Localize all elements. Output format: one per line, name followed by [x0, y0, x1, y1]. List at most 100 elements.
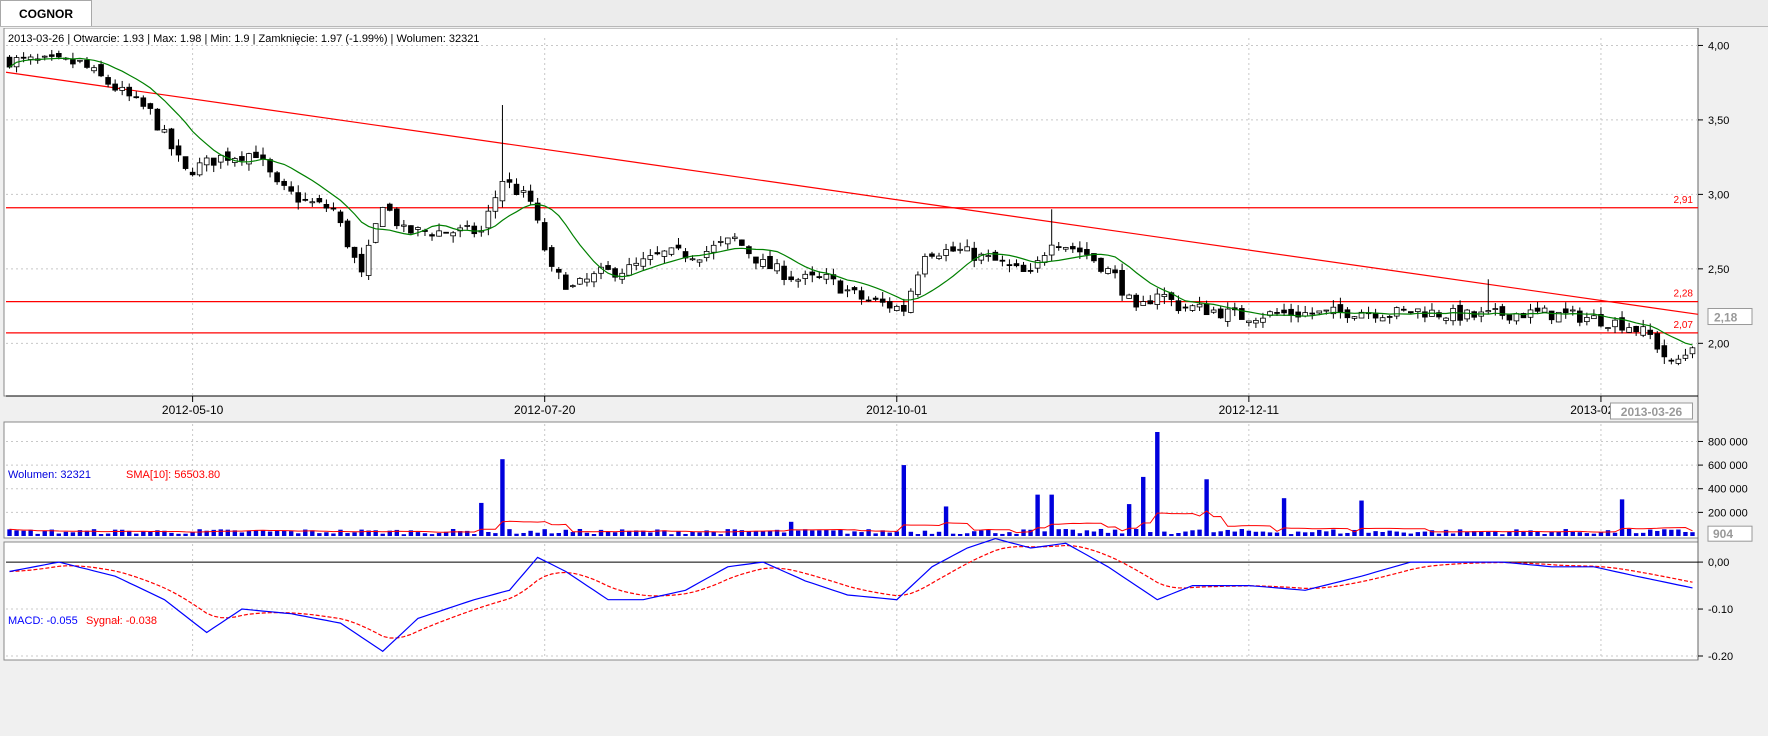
candle-body: [901, 304, 907, 312]
volume-bar: [725, 529, 730, 536]
volume-bar: [993, 533, 998, 536]
candle-body: [1337, 304, 1344, 313]
candle-body: [119, 86, 125, 91]
candle-body: [1323, 309, 1330, 312]
volume-bar: [690, 531, 695, 536]
volume-bar: [415, 532, 421, 536]
volume-bar: [1105, 532, 1111, 536]
candle-body: [288, 186, 294, 192]
candle-body: [274, 172, 280, 183]
candle-body: [1253, 320, 1259, 324]
date-tick-label: 2012-05-10: [162, 403, 224, 417]
volume-bar: [296, 533, 301, 536]
candle-body: [696, 259, 703, 263]
volume-bar: [1155, 432, 1160, 536]
candle-body: [1161, 293, 1168, 297]
candle-body: [41, 55, 48, 58]
volume-bar: [831, 530, 836, 536]
volume-bar: [1288, 534, 1294, 536]
volume-bar: [98, 534, 104, 536]
volume-bar: [570, 532, 576, 536]
candle-body: [739, 239, 745, 246]
candle-body: [640, 258, 647, 267]
volume-bar: [105, 533, 111, 536]
candle-body: [372, 223, 379, 243]
volume-bar: [1662, 529, 1667, 536]
candle-body: [964, 246, 970, 252]
volume-bar: [1464, 532, 1470, 536]
candle-body: [84, 59, 90, 68]
volume-bar: [718, 534, 723, 536]
tab-cognor[interactable]: COGNOR: [0, 0, 92, 26]
volume-bar: [1612, 532, 1618, 536]
candle-body: [957, 248, 963, 251]
candle-body: [182, 156, 189, 169]
price-tick-label: 3,50: [1708, 115, 1729, 127]
current-date-label: 2013-03-26: [1621, 405, 1683, 419]
volume-bar: [1302, 532, 1308, 536]
volume-bar: [1141, 476, 1146, 536]
macd-panel: [3, 541, 1699, 661]
price-info-text: 2013-03-26 | Otwarcie: 1.93 | Max: 1.98 …: [8, 33, 479, 45]
volume-bar: [1542, 533, 1547, 536]
candle-body: [1006, 264, 1013, 267]
volume-bar: [514, 533, 519, 536]
volume-bar: [134, 533, 139, 536]
candle-body: [140, 97, 147, 107]
volume-bar: [1380, 531, 1385, 536]
candle-body: [1485, 310, 1492, 313]
volume-bar: [584, 532, 590, 536]
volume-bar: [1549, 531, 1554, 536]
candle-body: [668, 247, 675, 255]
volume-bar: [781, 532, 787, 536]
volume-bar: [119, 529, 125, 536]
volume-bar: [556, 532, 561, 536]
volume-bar: [1633, 533, 1639, 536]
volume-bar: [936, 531, 942, 536]
candle-body: [1654, 333, 1661, 350]
volume-bar: [1570, 531, 1575, 536]
volume-bar: [648, 532, 653, 536]
candle-body: [555, 268, 562, 273]
volume-bar: [1500, 534, 1505, 536]
candle-body: [1203, 303, 1210, 316]
candle-body: [309, 201, 316, 204]
candle-body: [1224, 308, 1231, 322]
volume-bar: [1162, 531, 1167, 536]
volume-bar: [528, 530, 533, 536]
candle-body: [1640, 326, 1646, 336]
volume-bar: [1042, 531, 1047, 536]
volume-bar: [795, 530, 801, 536]
volume-bar: [1225, 529, 1230, 536]
candle-body: [189, 171, 196, 176]
candle-body: [527, 190, 534, 202]
candle-body: [1372, 312, 1379, 319]
price-panel: [3, 28, 1699, 397]
candle-body: [823, 273, 830, 280]
candle-body: [534, 202, 541, 221]
volume-bar: [331, 533, 336, 536]
candle-body: [316, 198, 323, 203]
candle-body: [1682, 354, 1689, 359]
volume-bar: [1401, 532, 1406, 536]
candle-body: [661, 250, 668, 257]
candle-body: [1126, 294, 1132, 299]
price-tick-label: 2,00: [1708, 338, 1729, 350]
volume-bar: [1253, 531, 1259, 536]
volume-bar: [697, 532, 702, 536]
date-tick-label: 2012-07-20: [514, 403, 576, 417]
volume-bar: [979, 530, 984, 536]
candle-body: [239, 156, 245, 161]
candle-body: [1400, 308, 1407, 311]
candle-body: [767, 255, 773, 270]
candle-body: [591, 273, 597, 283]
candle-body: [196, 162, 203, 176]
volume-bar: [70, 532, 76, 536]
candle-body: [865, 299, 872, 302]
candle-body: [1062, 247, 1069, 250]
volume-bar: [1338, 533, 1343, 536]
volume-bar: [239, 532, 245, 536]
candle-body: [91, 67, 97, 72]
candle-body: [253, 151, 259, 159]
volume-bar: [1176, 532, 1181, 536]
